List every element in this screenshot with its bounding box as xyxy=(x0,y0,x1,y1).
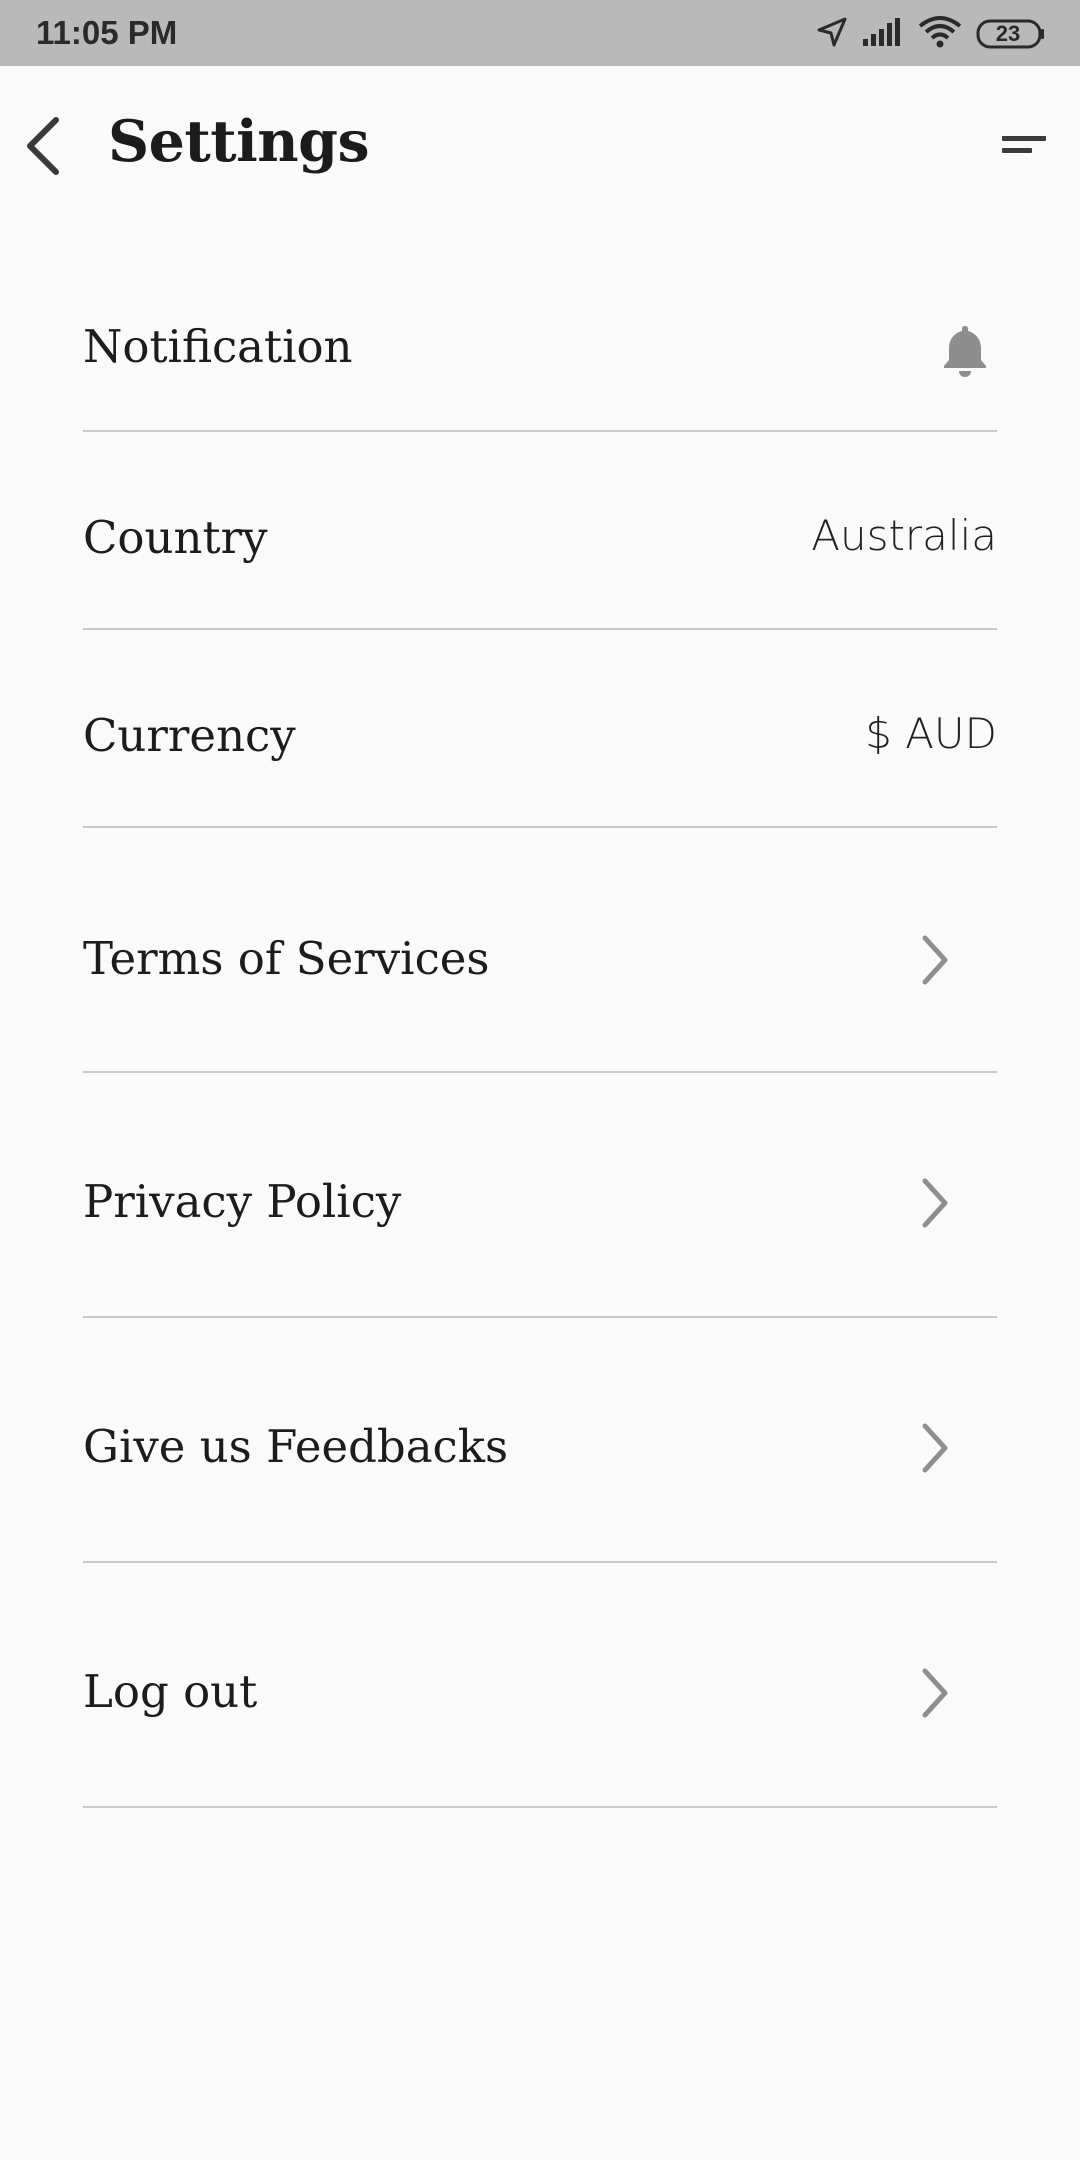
country-value: Australia xyxy=(811,511,997,560)
feedback-label: Give us Feedbacks xyxy=(83,1420,509,1473)
settings-row-notification[interactable]: Notification xyxy=(83,260,997,432)
status-bar: 11:05 PM 23 xyxy=(0,0,1080,66)
chevron-right-icon xyxy=(917,1665,953,1721)
currency-label: Currency xyxy=(83,709,296,762)
settings-row-logout[interactable]: Log out xyxy=(83,1563,997,1808)
settings-row-terms[interactable]: Terms of Services xyxy=(83,828,997,1073)
menu-button[interactable] xyxy=(994,124,1054,168)
logout-label: Log out xyxy=(83,1665,258,1718)
country-label: Country xyxy=(83,511,268,564)
back-button[interactable] xyxy=(14,110,70,182)
chevron-right-icon xyxy=(917,932,953,988)
battery-icon: 23 xyxy=(976,19,1046,49)
status-time: 11:05 PM xyxy=(36,14,178,51)
wifi-icon xyxy=(918,15,962,53)
settings-row-privacy[interactable]: Privacy Policy xyxy=(83,1073,997,1318)
settings-row-country[interactable]: Country Australia xyxy=(83,432,997,630)
chevron-right-icon xyxy=(917,1420,953,1476)
menu-icon xyxy=(1002,136,1046,153)
terms-label: Terms of Services xyxy=(83,932,490,985)
page-title: Settings xyxy=(108,108,370,175)
settings-row-feedback[interactable]: Give us Feedbacks xyxy=(83,1318,997,1563)
currency-value: $ AUD xyxy=(865,709,997,758)
chevron-right-icon xyxy=(917,1175,953,1231)
signal-icon xyxy=(862,17,904,51)
notification-label: Notification xyxy=(83,320,353,373)
status-icons: 23 xyxy=(816,14,1046,54)
battery-level: 23 xyxy=(995,21,1021,46)
settings-row-currency[interactable]: Currency $ AUD xyxy=(83,630,997,828)
location-arrow-icon xyxy=(816,16,848,52)
app-header: Settings xyxy=(0,66,1080,226)
privacy-label: Privacy Policy xyxy=(83,1175,402,1228)
back-arrow-icon xyxy=(27,117,59,175)
bell-icon xyxy=(939,322,991,378)
